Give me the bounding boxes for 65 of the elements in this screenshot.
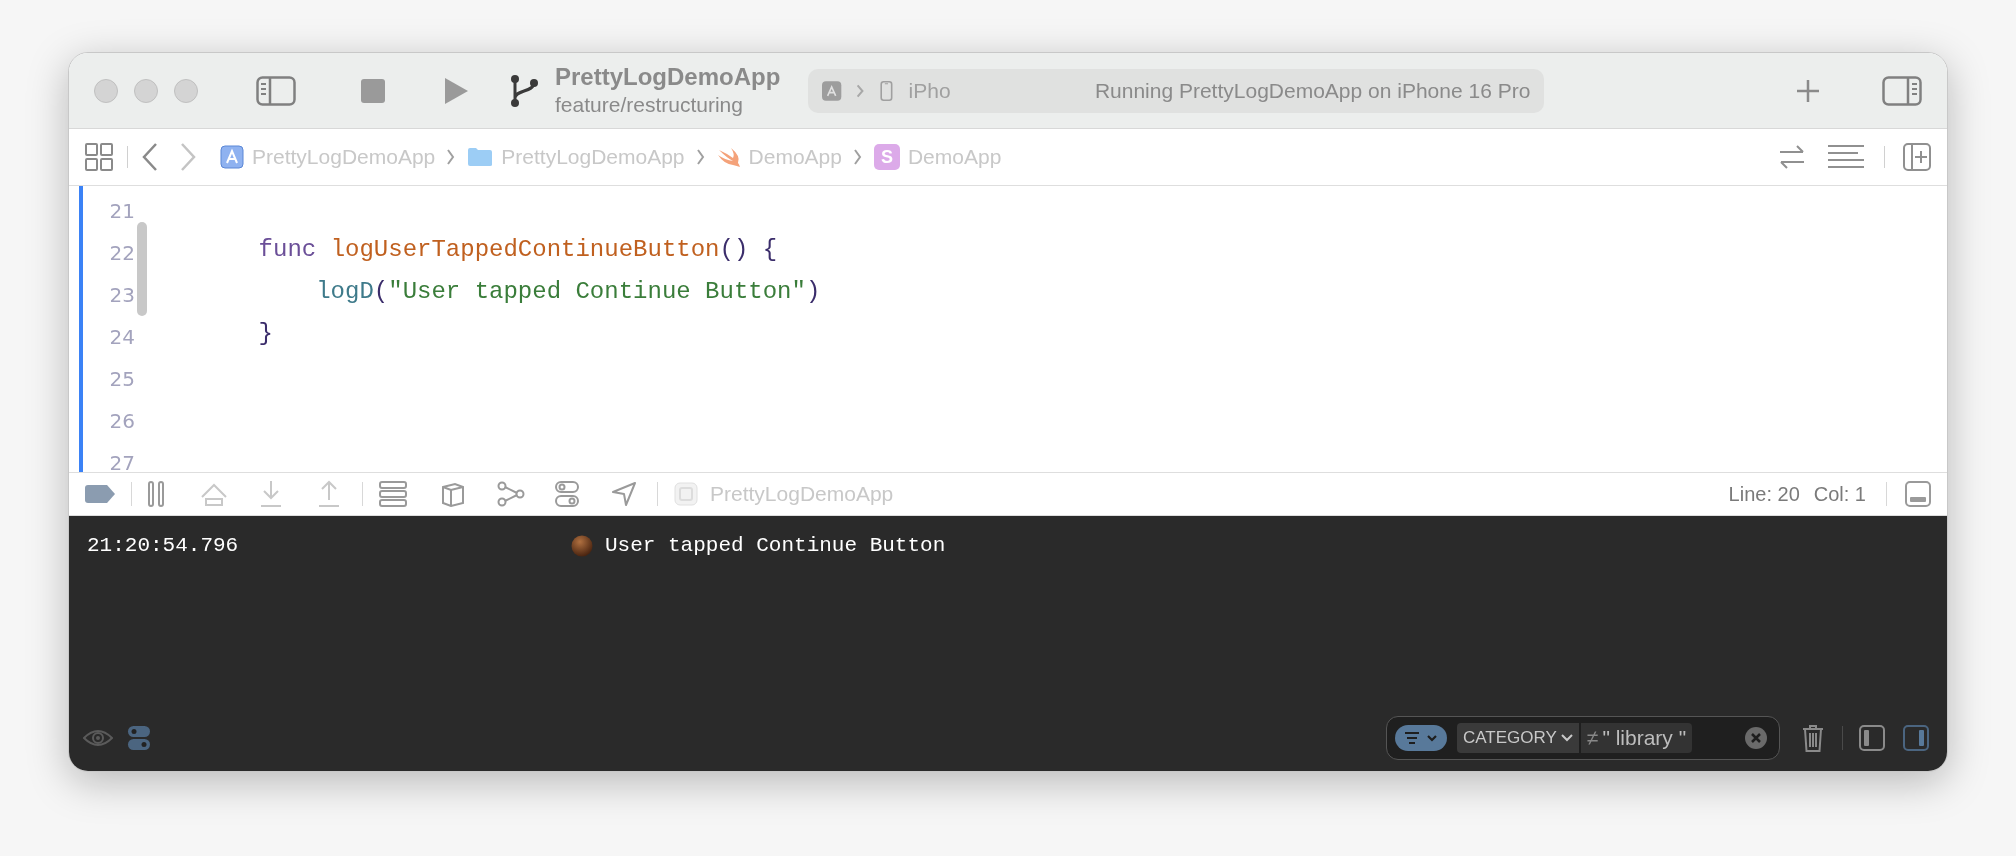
pause-icon[interactable]	[148, 481, 164, 507]
hide-panel-icon[interactable]	[1905, 481, 1931, 507]
text-lines-icon[interactable]	[1828, 144, 1864, 170]
filter-menu-icon[interactable]	[1395, 725, 1447, 751]
back-icon[interactable]	[142, 142, 158, 172]
eye-icon[interactable]	[83, 727, 113, 749]
line-number: 21	[109, 198, 135, 225]
zoom-button[interactable]	[174, 78, 198, 103]
code-line: }	[257, 320, 273, 347]
add-editor-icon[interactable]	[1903, 143, 1931, 171]
line-number: 23	[109, 282, 135, 309]
left-panel-icon[interactable]	[1859, 725, 1885, 751]
graph-icon[interactable]	[497, 481, 525, 507]
location-icon[interactable]	[611, 481, 637, 507]
filter-field[interactable]: CATEGORY ≠ " library "	[1386, 716, 1780, 760]
stop-icon[interactable]	[361, 78, 385, 103]
folder-icon	[467, 147, 494, 167]
grid-icon[interactable]	[85, 143, 113, 171]
line-number: 22	[109, 240, 135, 267]
sidebar-toggle-icon[interactable]	[256, 75, 296, 106]
close-button[interactable]	[94, 78, 118, 103]
chevron-icon	[853, 149, 862, 165]
app-icon	[674, 482, 698, 506]
breakpoints-icon[interactable]	[85, 485, 115, 503]
log-message: User tapped Continue Button	[605, 533, 946, 560]
step-in-icon[interactable]	[260, 480, 282, 508]
add-icon[interactable]	[1796, 78, 1820, 103]
toggles-icon[interactable]	[555, 481, 579, 507]
filter-value: " library "	[1602, 725, 1687, 752]
view-hierarchy-icon[interactable]	[379, 481, 407, 507]
line-number: 24	[109, 324, 135, 351]
log-timestamp: 21:20:54.796	[87, 533, 240, 560]
branch-icon	[509, 73, 539, 108]
line-number: 27	[109, 450, 135, 472]
line-number: 26	[109, 408, 135, 435]
chevron-icon	[696, 149, 705, 165]
chevron-icon	[447, 149, 456, 165]
scheme-name[interactable]: PrettyLogDemoApp	[555, 62, 781, 93]
chevron-down-icon	[1560, 734, 1573, 742]
clear-icon[interactable]	[1745, 727, 1767, 749]
inspector-toggle-icon[interactable]	[1882, 75, 1922, 106]
app-project-icon	[220, 145, 244, 169]
toggles-icon[interactable]	[127, 725, 151, 751]
value-token[interactable]: ≠ " library "	[1580, 723, 1693, 753]
operator-label: ≠	[1586, 725, 1599, 752]
struct-badge: S	[873, 144, 900, 170]
app-store-icon[interactable]	[822, 78, 842, 103]
category-token[interactable]: CATEGORY	[1457, 723, 1579, 753]
run-icon[interactable]	[443, 76, 469, 105]
line-number: 25	[109, 366, 135, 393]
log-level-icon	[571, 535, 593, 557]
branch-name: feature/restructuring	[555, 92, 744, 119]
forward-icon[interactable]	[180, 142, 196, 172]
step-out-icon[interactable]	[318, 480, 340, 508]
run-destination[interactable]: iPho	[908, 74, 957, 107]
minimize-button[interactable]	[134, 78, 158, 103]
column-number: Col: 1	[1813, 482, 1866, 507]
line-number: Line: 20	[1728, 482, 1800, 507]
swap-icon[interactable]	[1778, 144, 1806, 170]
swift-bird-icon	[716, 146, 741, 168]
right-panel-icon[interactable]	[1903, 725, 1929, 751]
trash-icon[interactable]	[1802, 724, 1824, 752]
activity-status: Running PrettyLogDemoApp on iPhone 16 Pro	[1094, 77, 1531, 104]
code-line: logD("User tapped Continue Button")	[315, 278, 821, 305]
code-line: func logUserTappedContinueButton() {	[257, 236, 778, 263]
